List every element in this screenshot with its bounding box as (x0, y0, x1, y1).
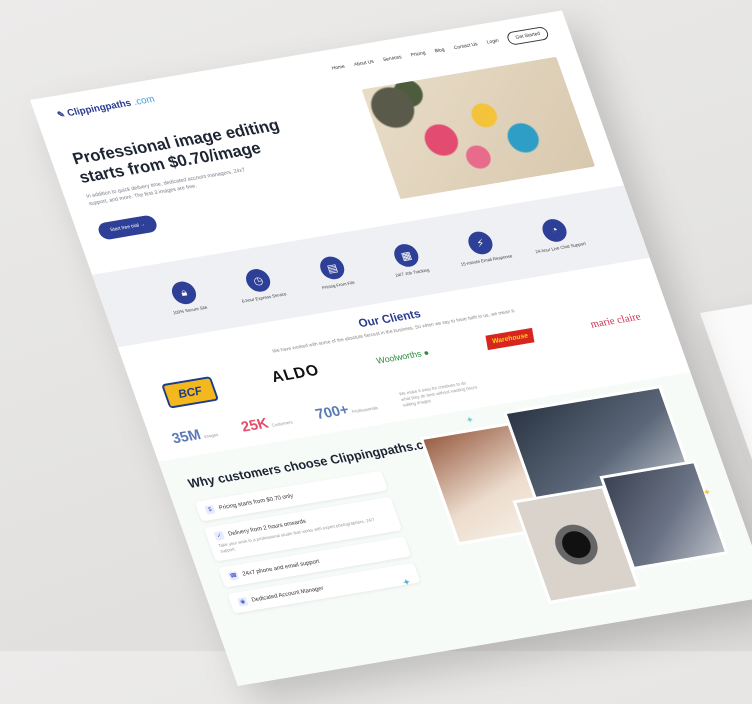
nav-pricing[interactable]: Pricing (410, 50, 427, 58)
benefit-label: Dedicated Account Manager (250, 585, 325, 604)
pen-icon: ✎ (55, 108, 67, 120)
feature-label: 24/7 Job Tracking (394, 267, 431, 278)
woolworths-logo: Woolworths ● (375, 348, 430, 366)
stat-customers: 25K Customers (239, 411, 294, 435)
stat-value: 25K (238, 414, 271, 435)
nav-login[interactable]: Login (486, 38, 500, 46)
hero-image-pillow (361, 56, 596, 200)
marie-claire-logo: marie claire (588, 310, 643, 331)
stat-value: 700+ (313, 401, 351, 423)
stat-value: 35M (169, 426, 203, 447)
bcf-logo: BCF (161, 376, 220, 409)
feature-label: Pricing From File (321, 280, 356, 291)
file-icon: ▤ (316, 254, 348, 281)
price-tag-icon: $ (204, 504, 216, 515)
feature-item: ◔ 24-hour Live Chat Support (524, 215, 588, 256)
nav-contact[interactable]: Contact Us (453, 42, 478, 52)
arrow-right-icon: → (139, 221, 147, 229)
benefit-label: Pricing starts from $0.70 only (218, 492, 294, 511)
site-logo[interactable]: ✎ Clippingpaths .com (56, 94, 156, 121)
chat-icon: ◔ (539, 217, 570, 244)
nav-services[interactable]: Services (382, 54, 402, 63)
logo-domain: .com (131, 93, 157, 108)
feature-item: ◷ 6-hour Express Service (228, 265, 292, 306)
phone-icon: ☎︎ (227, 570, 240, 581)
stat-label: Professionals (351, 404, 379, 414)
photo-collage (419, 385, 739, 614)
warehouse-logo: Warehouse (485, 327, 535, 350)
stat-professionals: 700+ Professionals (313, 396, 379, 422)
bolt-icon: ⚡︎ (465, 229, 496, 257)
tracking-icon: ▦ (390, 242, 422, 269)
feature-item: ▤ Pricing From File (302, 252, 366, 293)
nav-home[interactable]: Home (331, 64, 346, 72)
get-started-button[interactable]: Get Started (505, 26, 551, 46)
stat-label: Images (203, 431, 219, 439)
clock-icon: ◷ (242, 267, 274, 294)
feature-label: 24-hour Live Chat Support (534, 241, 587, 255)
feature-item: 🔒︎ 100% Secure Site (153, 277, 217, 318)
user-icon: ◉ (237, 596, 249, 607)
delivery-icon: ✓ (213, 530, 226, 541)
feature-item: ⚡︎ 15-minute Email Response (450, 227, 514, 268)
feature-label: 15-minute Email Response (460, 253, 514, 267)
benefit-label: 24x7 phone and email support (241, 558, 321, 578)
feature-item: ▦ 24/7 Job Tracking (376, 240, 440, 281)
website-mockup: ✎ Clippingpaths .com Home About Us Servic… (30, 10, 752, 686)
apple-icon: ● (421, 347, 431, 358)
nav-blog[interactable]: Blog (434, 47, 445, 54)
logo-brand: Clippingpaths (65, 97, 133, 119)
feature-label: 6-hour Express Service (241, 291, 288, 304)
nav-about[interactable]: About Us (353, 59, 375, 68)
stat-images: 35M Images (170, 423, 220, 446)
stats-note: We make it easy for creatives to do what… (398, 380, 478, 408)
start-trial-button[interactable]: Start free trial → (96, 214, 160, 241)
woolworths-text: Woolworths (375, 348, 423, 366)
start-trial-label: Start free trial (109, 222, 140, 234)
sparkle-icon: ✦ (464, 414, 476, 427)
feature-label: 100% Secure Site (172, 304, 209, 316)
stat-label: Customers (270, 419, 294, 428)
aldo-logo: ALDO (269, 362, 322, 386)
lock-icon: 🔒︎ (168, 279, 200, 306)
